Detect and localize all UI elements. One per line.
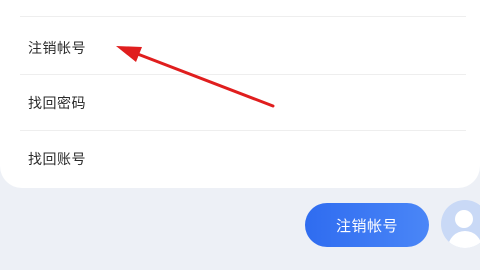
avatar-head xyxy=(455,210,473,228)
menu-item-label: 找回密码 xyxy=(28,96,86,112)
divider xyxy=(20,16,466,17)
menu-item-cancel-account[interactable]: 注销帐号 xyxy=(0,20,480,76)
menu-item-recover-account[interactable]: 找回账号 xyxy=(0,131,480,187)
menu-item-label: 注销帐号 xyxy=(28,41,86,57)
chat-reply-bubble[interactable]: 注销帐号 xyxy=(305,203,429,247)
avatar-shoulders xyxy=(448,231,480,248)
menu-item-recover-password[interactable]: 找回密码 xyxy=(0,75,480,131)
menu-item-label: 找回账号 xyxy=(28,152,86,168)
menu-sheet: 注销帐号 找回密码 找回账号 xyxy=(0,0,480,188)
user-avatar-icon xyxy=(441,200,480,248)
